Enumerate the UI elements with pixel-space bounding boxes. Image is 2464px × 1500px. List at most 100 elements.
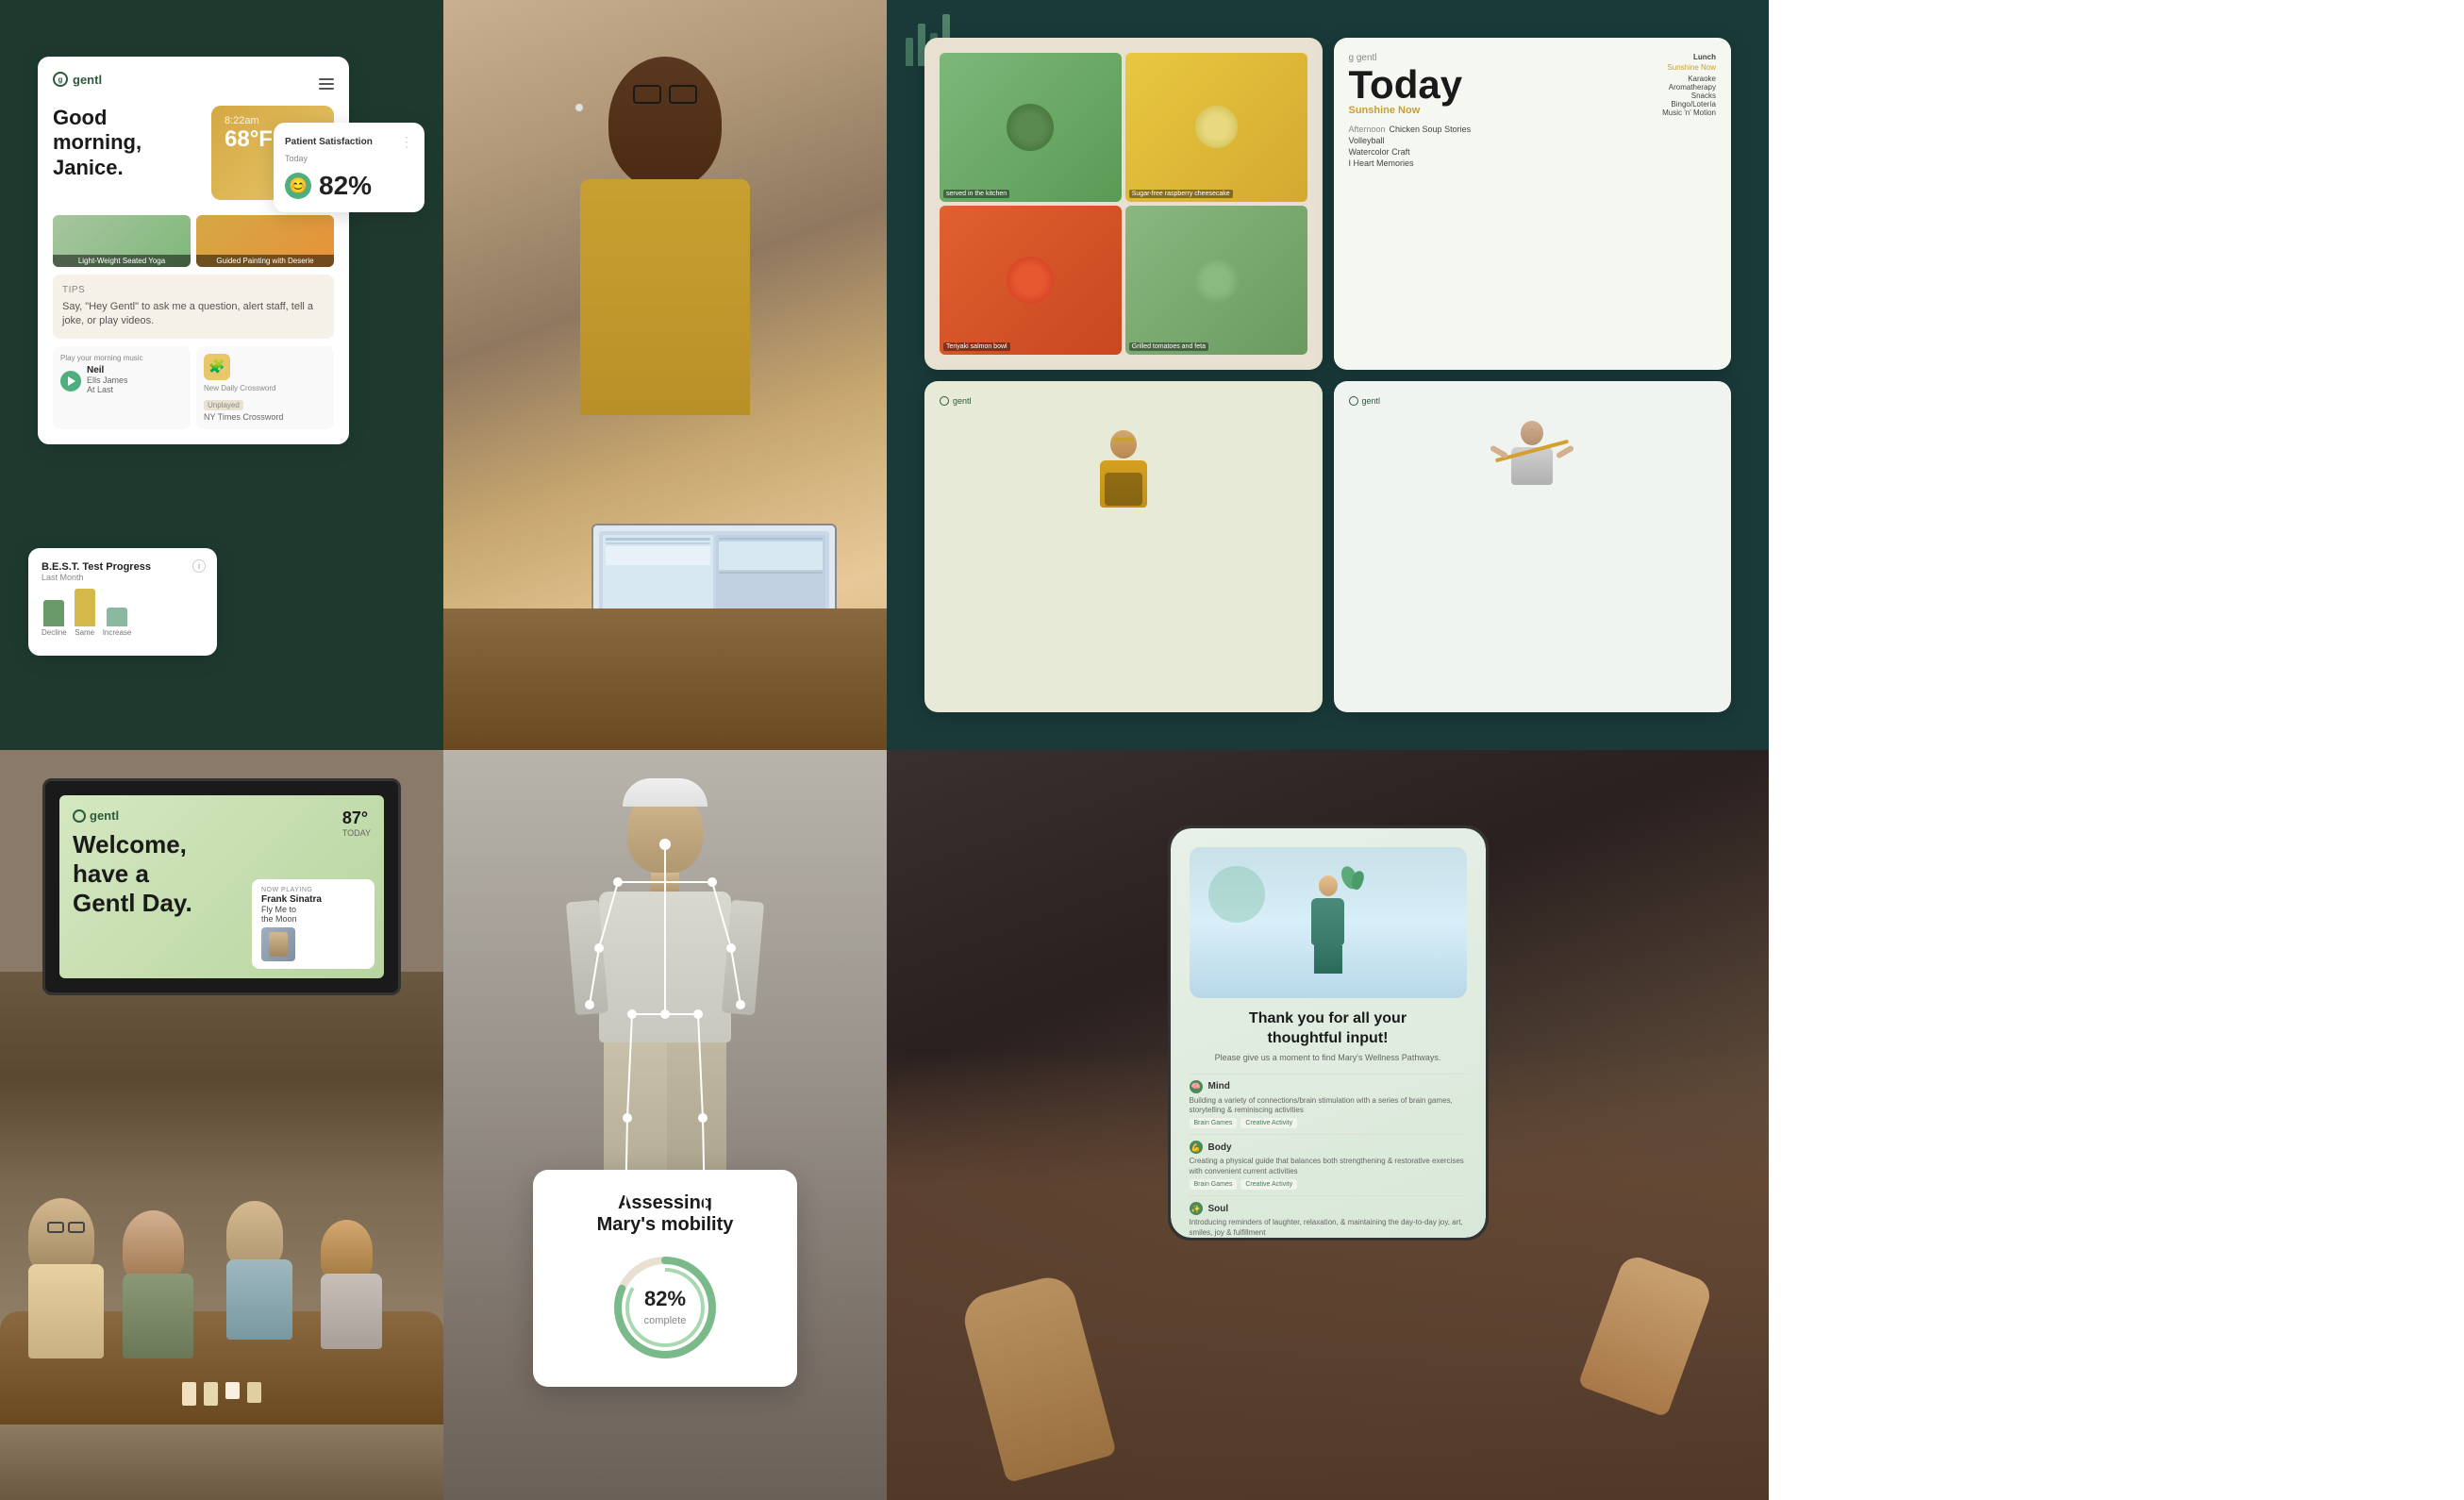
bar-same-label: Same [75, 628, 94, 637]
satisfaction-emoji: 😊 [285, 173, 311, 199]
mobility-percent: 82% [644, 1287, 687, 1311]
food-images: served in the kitchen Sugar-free raspber… [940, 53, 1307, 355]
best-info-button[interactable]: i [192, 559, 206, 573]
tv-now-playing: NOW PLAYING Frank Sinatra Fly Me tothe M… [252, 879, 375, 969]
tv-screen: gentl 87° TODAY Welcome,have aGentl Day.… [42, 778, 401, 995]
music-song-line2: At Last [87, 385, 128, 394]
mind-creative-btn[interactable]: Creative Activity [1240, 1118, 1297, 1128]
crossword-status: Unplayed [204, 400, 243, 410]
mind-brain-games-btn[interactable]: Brain Games [1190, 1118, 1238, 1128]
cell-bottom-middle: AssessingMary's mobility 82% complete [443, 750, 887, 1500]
tablet-device: Thank you for all yourthoughtful input! … [1168, 825, 1489, 1241]
man-laptop-photo [443, 0, 887, 750]
morning-card: g gentl 8:22am 68°F ☀️ Good morning,Jani… [38, 57, 349, 444]
body-creative-btn[interactable]: Creative Activity [1240, 1179, 1297, 1190]
body-brain-games-btn[interactable]: Brain Games [1190, 1179, 1238, 1190]
mobility-title: AssessingMary's mobility [556, 1192, 774, 1236]
seniors-group-content: gentl 87° TODAY Welcome,have aGentl Day.… [0, 750, 443, 1500]
menu-icon[interactable] [319, 78, 334, 90]
food-img-1: served in the kitchen [940, 53, 1122, 202]
person-card-1: gentl [924, 381, 1323, 713]
play-button[interactable] [60, 371, 81, 392]
crossword-label: New Daily Crossword [204, 384, 326, 392]
cell-bottom-left: gentl 87° TODAY Welcome,have aGentl Day.… [0, 750, 443, 1500]
activity-row: Light-Weight Seated Yoga Guided Painting… [53, 215, 334, 267]
best-subtitle: Last Month [42, 573, 204, 582]
lunch-highlight: Sunshine Now [1662, 63, 1716, 72]
food-img-4: Grilled tomatoes and feta [1125, 206, 1307, 355]
wellness-sections: 🧠 Mind Building a variety of connections… [1190, 1074, 1467, 1241]
satisfaction-title: Patient Satisfaction [285, 137, 373, 147]
lunch-snacks: Snacks [1662, 92, 1716, 100]
now-playing-thumb [261, 927, 295, 961]
lunch-karaoke: Karaoke [1662, 75, 1716, 83]
activity-thumb-paint[interactable]: Guided Painting with Deserie [196, 215, 334, 267]
food-img-2: Sugar-free raspberry cheesecake [1125, 53, 1307, 202]
mini-cards-row: Play your morning music Neil Ells James … [53, 346, 334, 429]
bar-increase-label: Increase [103, 628, 132, 637]
bar-decline: Decline [42, 600, 67, 637]
tv-temp-unit: TODAY [342, 828, 371, 838]
satisfaction-subtitle: Today [285, 154, 413, 163]
activity-thumb-yoga[interactable]: Light-Weight Seated Yoga [53, 215, 191, 267]
satisfaction-score: 😊 82% [285, 171, 413, 201]
music-song-line1: Ells James [87, 375, 128, 385]
tv-logo: gentl [73, 808, 371, 823]
today-card: g gentl Today Sunshine Now Lunch Sunshin… [1334, 38, 1732, 370]
schedule-list: AfternoonChicken Soup Stories Volleyball… [1349, 125, 1717, 168]
food-img-3: Teriyaki salmon bowl [940, 206, 1122, 355]
music-card-label: Play your morning music [60, 354, 183, 362]
mini-card-crossword[interactable]: 🧩 New Daily Crossword Unplayed NY Times … [196, 346, 334, 429]
mind-icon: 🧠 [1190, 1080, 1203, 1093]
bar-decline-label: Decline [42, 628, 67, 637]
mind-buttons: Brain Games Creative Activity [1190, 1118, 1467, 1128]
progress-ring: 82% complete [608, 1251, 722, 1364]
mockup-collage: served in the kitchen Sugar-free raspber… [887, 0, 1769, 750]
app-name: gentl [73, 73, 102, 87]
body-desc: Creating a physical guide that balances … [1190, 1157, 1467, 1176]
satisfaction-menu[interactable]: ⋮ [400, 134, 413, 150]
person-card-2: gentl [1334, 381, 1732, 713]
tv-temperature: 87° TODAY [342, 808, 371, 838]
bar-same: Same [75, 589, 95, 637]
progress-center: 82% complete [644, 1287, 687, 1328]
crossword-sub: NY Times Crossword [204, 412, 326, 422]
thank-you-illustration [1190, 847, 1467, 998]
tip-text: Say, "Hey Gentl" to ask me a question, a… [62, 300, 325, 329]
seniors-group [0, 972, 443, 1500]
tv-content: gentl 87° TODAY Welcome,have aGentl Day.… [59, 795, 384, 978]
logo-icon: g [53, 72, 68, 87]
tv-temp-value: 87° [342, 808, 368, 827]
crossword-icon: 🧩 [204, 354, 230, 380]
music-artist: Neil [87, 365, 128, 375]
lunch-aromatherapy: Aromatherapy [1662, 83, 1716, 92]
mobility-complete-label: complete [644, 1315, 687, 1326]
tip-box: Tips Say, "Hey Gentl" to ask me a questi… [53, 275, 334, 339]
now-playing-song: Fly Me tothe Moon [261, 905, 365, 924]
mind-desc: Building a variety of connections/brain … [1190, 1096, 1467, 1116]
tip-label: Tips [62, 284, 325, 297]
now-playing-artist: Frank Sinatra [261, 894, 365, 905]
lunch-bingo: Bingo/Lotería [1662, 100, 1716, 108]
best-bars: Decline Same Increase [42, 590, 204, 637]
mobility-card: AssessingMary's mobility 82% complete [533, 1170, 797, 1387]
body-icon: 💪 [1190, 1141, 1203, 1154]
bar-increase: Increase [103, 608, 132, 637]
thank-you-text: Thank you for all yourthoughtful input! [1190, 1009, 1467, 1049]
tablet-screen: Thank you for all yourthoughtful input! … [1171, 828, 1486, 1238]
lunch-label: Lunch [1662, 53, 1716, 61]
soul-label: Soul [1208, 1204, 1229, 1214]
body-buttons: Brain Games Creative Activity [1190, 1179, 1467, 1190]
best-test-card: i B.E.S.T. Test Progress Last Month Decl… [28, 548, 217, 656]
satisfaction-card: Patient Satisfaction ⋮ Today 😊 82% [274, 123, 425, 212]
food-label-4: Grilled tomatoes and feta [1129, 342, 1208, 351]
mini-card-music[interactable]: Play your morning music Neil Ells James … [53, 346, 191, 429]
food-label-1: served in the kitchen [943, 190, 1009, 198]
mind-label: Mind [1208, 1081, 1230, 1092]
wellness-body: 💪 Body Creating a physical guide that ba… [1190, 1134, 1467, 1190]
food-label-2: Sugar-free raspberry cheesecake [1129, 190, 1233, 198]
gentl-logo-small-2: gentl [1349, 396, 1717, 406]
main-grid: g gentl 8:22am 68°F ☀️ Good morning,Jani… [0, 0, 2464, 1500]
mobility-content: AssessingMary's mobility 82% complete [443, 750, 887, 1500]
now-playing-label: NOW PLAYING [261, 887, 365, 893]
